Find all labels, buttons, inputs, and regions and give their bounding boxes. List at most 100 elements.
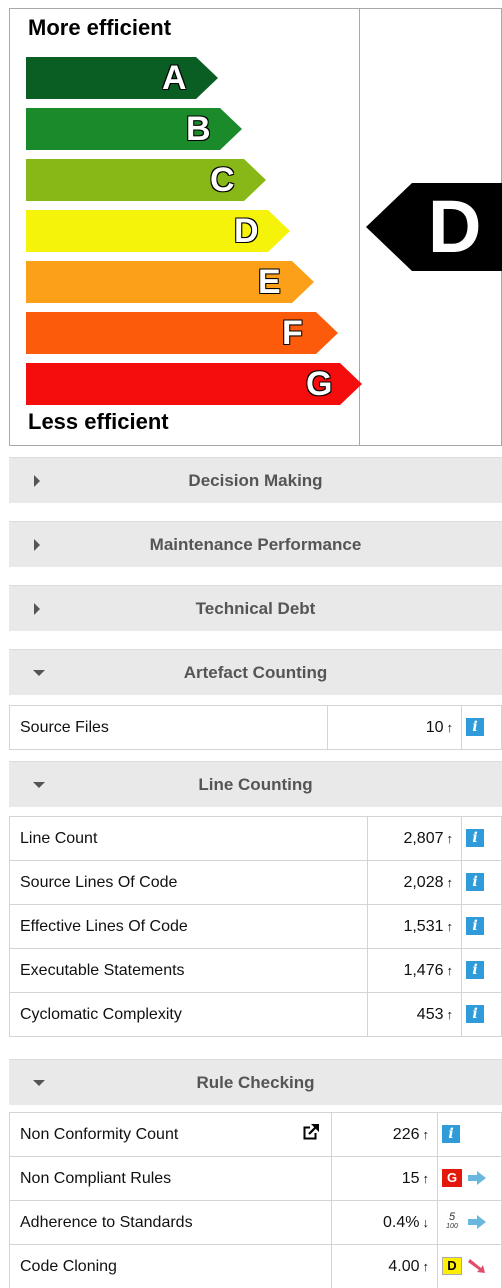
grade-bar-tip — [244, 159, 266, 201]
grade-letter: G — [306, 365, 333, 403]
trend-up-icon: ↑ — [446, 830, 454, 846]
section-artefact-counting[interactable]: Artefact Counting — [9, 649, 502, 695]
metric-label: Non Conformity Count — [9, 1112, 332, 1157]
line-counting-table: Line Count 2,807 ↑ i Source Lines Of Code… — [9, 816, 502, 1037]
info-cell[interactable]: i — [461, 860, 502, 905]
energy-scale: More efficient ABCDEFG Less efficient — [10, 9, 362, 445]
trend-up-icon: ↑ — [422, 1170, 430, 1186]
info-icon[interactable]: i — [466, 718, 484, 737]
rating-cell[interactable]: 5 100 — [437, 1200, 502, 1245]
info-icon[interactable]: i — [466, 829, 484, 848]
info-cell[interactable]: i — [461, 904, 502, 949]
grade-bar-fill — [26, 210, 268, 252]
grade-bar-tip — [316, 312, 338, 354]
section-line-counting[interactable]: Line Counting — [9, 761, 502, 807]
grade-letter: F — [282, 314, 303, 352]
external-link-icon[interactable] — [303, 1124, 319, 1140]
section-rule-checking[interactable]: Rule Checking — [9, 1059, 502, 1105]
metric-label: Effective Lines Of Code — [9, 904, 368, 949]
info-cell[interactable]: i — [461, 705, 502, 750]
table-row: Non Conformity Count 226 ↑ i — [9, 1112, 502, 1157]
metric-value: 2,028 ↑ — [367, 860, 462, 905]
section-title: Technical Debt — [195, 599, 316, 618]
info-cell[interactable]: i — [461, 948, 502, 993]
info-cell[interactable]: i — [461, 816, 502, 861]
info-icon[interactable]: i — [466, 961, 484, 980]
table-row: Code Cloning 4.00 ↑ D — [9, 1244, 502, 1288]
energy-label: More efficient ABCDEFG Less efficient D — [9, 8, 502, 446]
metric-label: Executable Statements — [9, 948, 368, 993]
metric-label: Source Lines Of Code — [9, 860, 368, 905]
rule-checking-table: Non Conformity Count 226 ↑ i Non Complian… — [9, 1112, 502, 1288]
grade-letter: C — [210, 161, 235, 199]
trend-up-icon: ↑ — [422, 1258, 430, 1274]
grade-letter: E — [258, 263, 281, 301]
trend-right-arrow-icon — [468, 1215, 487, 1230]
metric-label: Cyclomatic Complexity — [9, 992, 368, 1037]
trend-up-icon: ↑ — [446, 1006, 454, 1022]
grade-bar-tip — [196, 57, 218, 99]
section-title: Maintenance Performance — [149, 535, 362, 554]
metric-label-text: Non Conformity Count — [20, 1125, 179, 1143]
metric-label: Line Count — [9, 816, 368, 861]
rating-cell[interactable]: D — [437, 1244, 502, 1288]
grade-bar-fill — [26, 312, 316, 354]
grade-bar-a: A — [26, 57, 218, 99]
metric-value: 15 ↑ — [331, 1156, 438, 1201]
section-title: Artefact Counting — [183, 663, 328, 682]
info-icon[interactable]: i — [466, 873, 484, 892]
grade-bar-e: E — [26, 261, 314, 303]
metric-label: Code Cloning — [9, 1244, 332, 1288]
trend-up-icon: ↑ — [446, 962, 454, 978]
info-icon[interactable]: i — [442, 1125, 460, 1144]
grade-badge[interactable]: D — [442, 1257, 462, 1276]
trend-up-icon: ↑ — [446, 719, 454, 735]
info-icon[interactable]: i — [466, 917, 484, 936]
table-row: Line Count 2,807 ↑ i — [9, 816, 502, 861]
grade-letter: A — [162, 59, 187, 97]
rating-letter: D — [428, 185, 482, 268]
grade-bar-tip — [268, 210, 290, 252]
section-decision-making[interactable]: Decision Making — [9, 457, 502, 503]
grade-bar-f: F — [26, 312, 338, 354]
metric-value: 226 ↑ — [331, 1112, 438, 1157]
section-technical-debt[interactable]: Technical Debt — [9, 585, 502, 631]
metric-label: Non Compliant Rules — [9, 1156, 332, 1201]
table-row: Adherence to Standards 0.4% ↓ 5 100 — [9, 1200, 502, 1245]
grade-badge[interactable]: G — [442, 1169, 462, 1188]
table-row: Non Compliant Rules 15 ↑ G — [9, 1156, 502, 1201]
info-icon[interactable]: i — [466, 1005, 484, 1024]
metric-label: Adherence to Standards — [9, 1200, 332, 1245]
table-row: Source Files 10 ↑ i — [9, 705, 502, 750]
trend-down-right-arrow-icon — [468, 1259, 486, 1274]
grade-bar-d: D — [26, 210, 290, 252]
info-cell[interactable]: i — [437, 1112, 502, 1157]
metric-value: 453 ↑ — [367, 992, 462, 1037]
section-maintenance-performance[interactable]: Maintenance Performance — [9, 521, 502, 567]
metric-value: 1,531 ↑ — [367, 904, 462, 949]
trend-up-icon: ↑ — [446, 874, 454, 890]
grade-bar-fill — [26, 261, 292, 303]
grade-letter: D — [234, 212, 259, 250]
section-title: Decision Making — [188, 471, 323, 490]
grade-bar-tip — [220, 108, 242, 150]
artefact-counting-table: Source Files 10 ↑ i — [9, 705, 502, 750]
trend-up-icon: ↑ — [446, 918, 454, 934]
grade-bar-tip — [292, 261, 314, 303]
fraction-badge[interactable]: 5 100 — [442, 1212, 462, 1231]
trend-up-icon: ↑ — [422, 1126, 430, 1142]
rating-indicator: D — [366, 183, 502, 271]
grade-bar-fill — [26, 363, 340, 405]
info-cell[interactable]: i — [461, 992, 502, 1037]
grade-bar-tip — [340, 363, 362, 405]
metric-value: 4.00 ↑ — [331, 1244, 438, 1288]
more-efficient-label: More efficient — [28, 15, 172, 40]
table-row: Effective Lines Of Code 1,531 ↑ i — [9, 904, 502, 949]
table-row: Executable Statements 1,476 ↑ i — [9, 948, 502, 993]
metric-value: 10 ↑ — [327, 705, 462, 750]
rating-cell[interactable]: G — [437, 1156, 502, 1201]
section-title: Line Counting — [198, 775, 313, 794]
metric-label: Source Files — [9, 705, 328, 750]
metric-value: 1,476 ↑ — [367, 948, 462, 993]
grade-letter: B — [186, 110, 211, 148]
